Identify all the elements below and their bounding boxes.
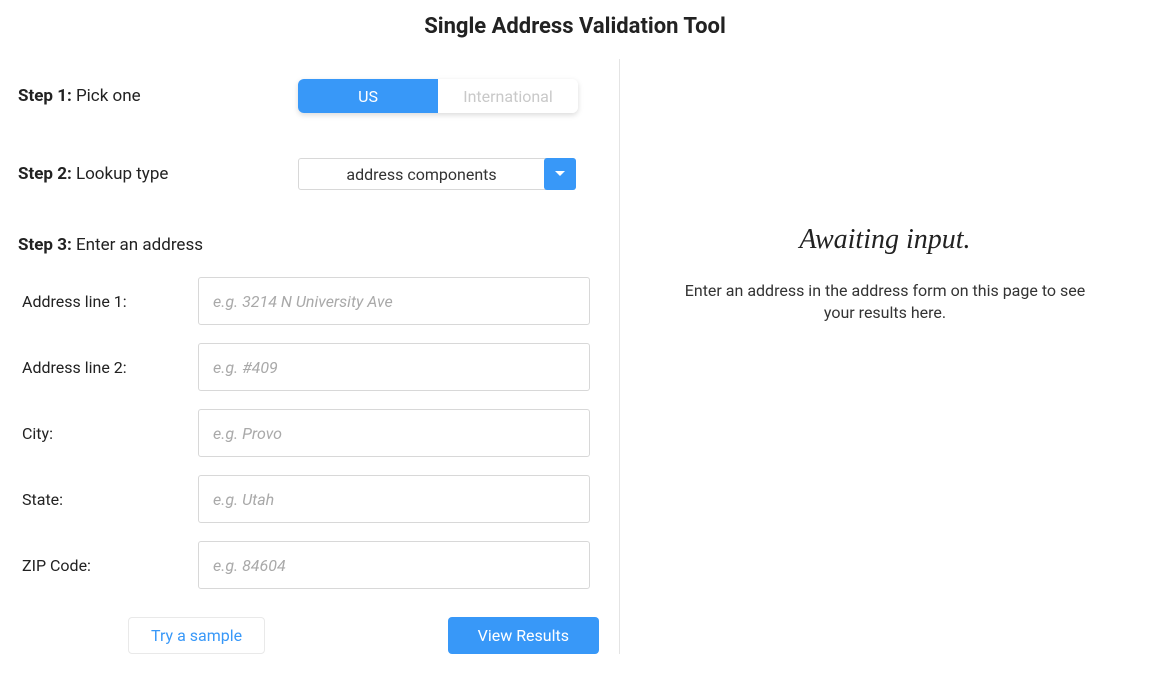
content-area: Step 1: Pick one US International Step 2… [0, 59, 1150, 654]
results-panel: Awaiting input. Enter an address in the … [620, 59, 1150, 654]
toggle-us-button[interactable]: US [298, 79, 438, 113]
step1-bold: Step 1: [18, 86, 72, 106]
results-heading: Awaiting input. [799, 224, 970, 256]
step1-text: Pick one [72, 86, 141, 106]
address-line-2-label: Address line 2: [18, 358, 198, 377]
view-results-button[interactable]: View Results [448, 617, 599, 654]
state-label: State: [18, 490, 198, 509]
step3-bold: Step 3: [18, 235, 72, 255]
lookup-type-value: address components [299, 165, 544, 184]
chevron-down-icon [544, 158, 576, 190]
button-row: Try a sample View Results [18, 617, 599, 654]
address-line-2-input[interactable] [198, 343, 590, 391]
step1-label: Step 1: Pick one [18, 86, 298, 106]
step3-text: Enter an address [72, 235, 203, 255]
zip-input[interactable] [198, 541, 590, 589]
toggle-international-button[interactable]: International [438, 79, 578, 113]
step2-row: Step 2: Lookup type address components [18, 158, 599, 190]
address-line-1-input[interactable] [198, 277, 590, 325]
address-line-1-row: Address line 1: [18, 277, 599, 325]
state-row: State: [18, 475, 599, 523]
step2-text: Lookup type [72, 164, 169, 184]
state-input[interactable] [198, 475, 590, 523]
step1-row: Step 1: Pick one US International [18, 79, 599, 113]
form-panel: Step 1: Pick one US International Step 2… [0, 59, 620, 654]
city-input[interactable] [198, 409, 590, 457]
page-title: Single Address Validation Tool [0, 0, 1150, 59]
step3-label: Step 3: Enter an address [18, 235, 599, 255]
results-subtext: Enter an address in the address form on … [675, 280, 1095, 325]
lookup-type-select[interactable]: address components [298, 158, 576, 190]
zip-row: ZIP Code: [18, 541, 599, 589]
zip-label: ZIP Code: [18, 556, 198, 575]
address-line-1-label: Address line 1: [18, 292, 198, 311]
try-sample-button[interactable]: Try a sample [128, 617, 265, 654]
city-label: City: [18, 424, 198, 443]
region-toggle: US International [298, 79, 578, 113]
address-line-2-row: Address line 2: [18, 343, 599, 391]
step2-bold: Step 2: [18, 164, 72, 184]
city-row: City: [18, 409, 599, 457]
step2-label: Step 2: Lookup type [18, 164, 298, 184]
